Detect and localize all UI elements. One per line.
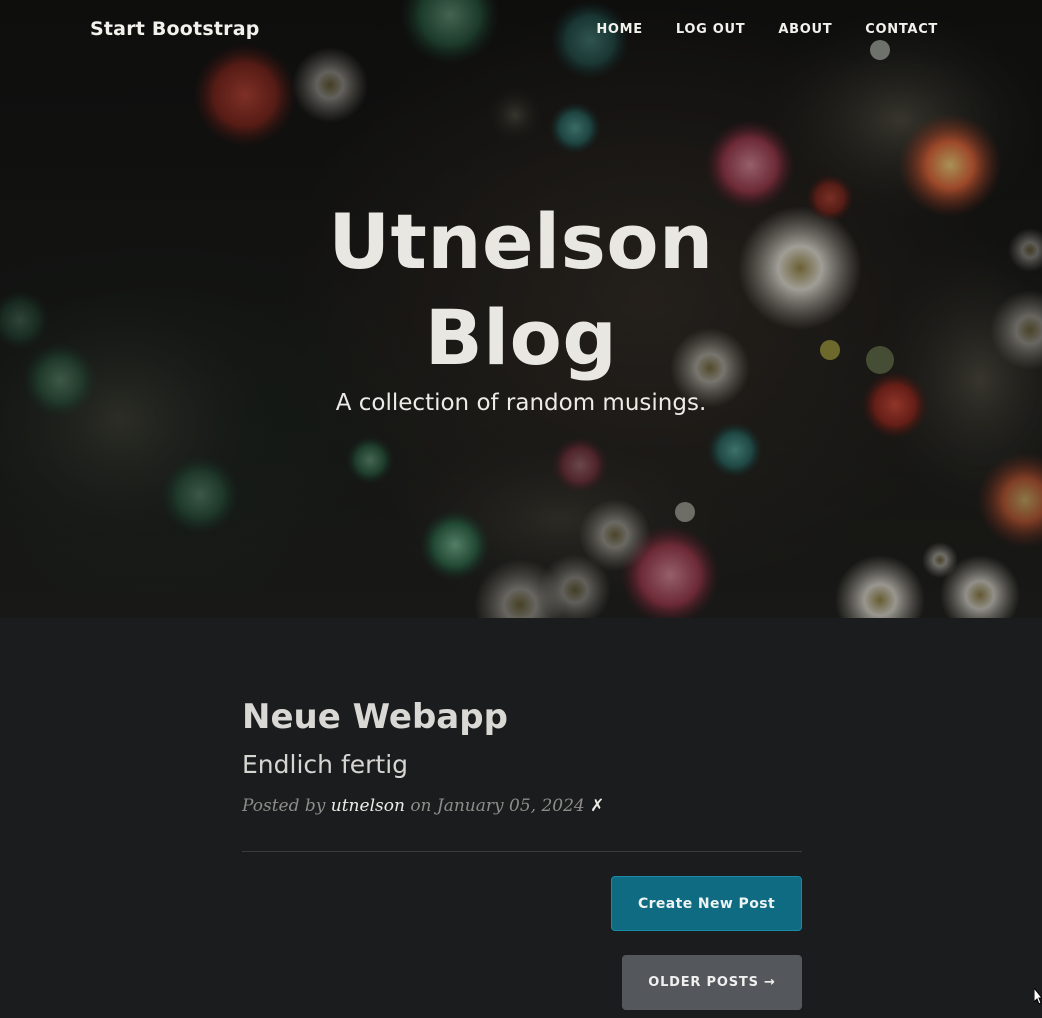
post-author-link[interactable]: utnelson — [331, 796, 405, 816]
post-preview: Neue Webapp Endlich fertig Posted by utn… — [242, 690, 802, 816]
nav-link-about[interactable]: ABOUT — [778, 22, 832, 37]
older-posts-button[interactable]: OLDER POSTS → — [622, 955, 802, 1010]
nav-link-log-out[interactable]: LOG OUT — [676, 22, 745, 37]
post-title-link[interactable]: Neue Webapp — [242, 690, 802, 744]
post-meta-prefix: Posted by — [242, 796, 331, 816]
post-date: on January 05, 2024 — [404, 796, 591, 816]
create-new-post-button[interactable]: Create New Post — [611, 876, 802, 931]
main-nav: HOME LOG OUT ABOUT CONTACT — [596, 22, 938, 37]
site-heading: Utnelson Blog A collection of random mus… — [0, 194, 1042, 416]
delete-icon[interactable]: ✗ — [590, 796, 604, 816]
nav-link-home[interactable]: HOME — [596, 22, 643, 37]
brand-link[interactable]: Start Bootstrap — [90, 18, 260, 40]
post-meta: Posted by utnelson on January 05, 2024 ✗ — [242, 796, 802, 816]
site-subtitle: A collection of random musings. — [335, 390, 707, 416]
mouse-cursor-icon — [1034, 988, 1042, 1005]
post-subtitle: Endlich fertig — [242, 750, 409, 779]
masthead: Start Bootstrap HOME LOG OUT ABOUT CONTA… — [0, 0, 1042, 618]
post-divider — [242, 851, 802, 852]
nav-link-contact[interactable]: CONTACT — [865, 22, 938, 37]
site-title: Utnelson Blog — [328, 197, 714, 382]
